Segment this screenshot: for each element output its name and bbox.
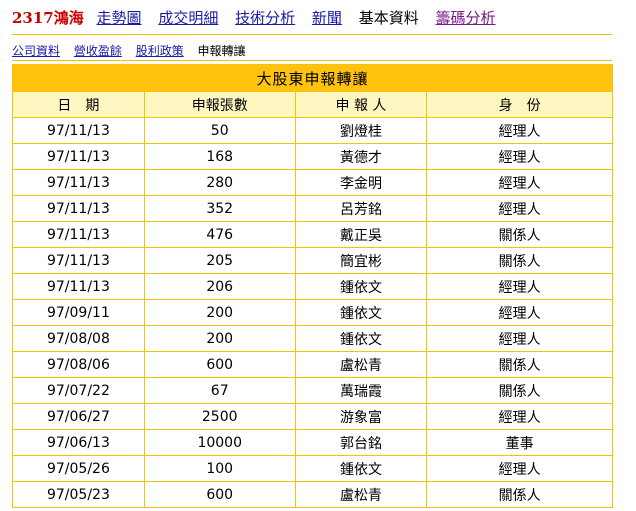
cell-declarant: 鍾依文 (294, 455, 428, 482)
subnav-link-revenue-earnings[interactable]: 營收盈餘 (74, 44, 122, 58)
cell-declarant: 鍾依文 (294, 325, 428, 352)
cell-declarant: 呂芳銘 (294, 195, 428, 222)
subnav-link-dividend-policy[interactable]: 股利政策 (136, 44, 184, 58)
cell-date: 97/11/13 (12, 143, 145, 170)
cell-role: 關係人 (426, 221, 613, 248)
cell-shares: 352 (143, 195, 296, 222)
subnav-link-company-info[interactable]: 公司資料 (12, 44, 60, 58)
cell-date: 97/09/11 (12, 299, 145, 326)
table-row: 97/11/13 476 戴正吳 關係人 (12, 221, 613, 248)
cell-shares: 205 (143, 247, 296, 274)
cell-shares: 2500 (143, 403, 296, 430)
cell-shares: 168 (143, 143, 296, 170)
cell-shares: 10000 (143, 429, 296, 456)
cell-shares: 100 (143, 455, 296, 482)
table-row: 97/08/08 200 鍾依文 經理人 (12, 325, 613, 352)
column-header-declarant: 申 報 人 (294, 91, 428, 118)
nav-link-chip-analysis[interactable]: 籌碼分析 (436, 9, 496, 27)
cell-declarant: 郭台銘 (294, 429, 428, 456)
table-row: 97/11/13 206 鍾依文 經理人 (12, 273, 613, 300)
table-row: 97/05/23 600 盧松青 關係人 (12, 481, 613, 508)
sub-divider (12, 60, 612, 61)
table-row: 97/05/26 100 鍾依文 經理人 (12, 455, 613, 482)
table-row: 97/06/27 2500 游象富 經理人 (12, 403, 613, 430)
cell-role: 經理人 (426, 455, 613, 482)
column-header-shares: 申報張數 (143, 91, 296, 118)
cell-role: 關係人 (426, 377, 613, 404)
cell-date: 97/11/13 (12, 169, 145, 196)
cell-declarant: 鍾依文 (294, 273, 428, 300)
shareholder-transfer-table: 大股東申報轉讓 日 期 申報張數 申 報 人 身 份 97/11/13 50 劉燈桂… (12, 64, 613, 508)
top-divider (12, 34, 612, 35)
table-row: 97/11/13 50 劉燈桂 經理人 (12, 117, 613, 144)
table-row: 97/11/13 352 呂芳銘 經理人 (12, 195, 613, 222)
cell-declarant: 劉燈桂 (294, 117, 428, 144)
cell-declarant: 盧松青 (294, 481, 428, 508)
cell-role: 經理人 (426, 117, 613, 144)
cell-role: 關係人 (426, 351, 613, 378)
cell-role: 經理人 (426, 169, 613, 196)
cell-declarant: 戴正吳 (294, 221, 428, 248)
cell-shares: 200 (143, 325, 296, 352)
cell-date: 97/11/13 (12, 117, 145, 144)
table-row: 97/11/13 205 簡宜彬 關係人 (12, 247, 613, 274)
cell-role: 經理人 (426, 273, 613, 300)
cell-role: 經理人 (426, 299, 613, 326)
table-row: 97/11/13 168 黃德才 經理人 (12, 143, 613, 170)
cell-shares: 476 (143, 221, 296, 248)
cell-date: 97/11/13 (12, 273, 145, 300)
cell-shares: 67 (143, 377, 296, 404)
table-row: 97/08/06 600 盧松青 關係人 (12, 351, 613, 378)
table-row: 97/09/11 200 鍾依文 經理人 (12, 299, 613, 326)
cell-role: 經理人 (426, 325, 613, 352)
table-row: 97/06/13 10000 郭台銘 董事 (12, 429, 613, 456)
cell-declarant: 盧松青 (294, 351, 428, 378)
cell-role: 經理人 (426, 143, 613, 170)
table-title: 大股東申報轉讓 (12, 64, 613, 92)
column-header-role: 身 份 (426, 91, 613, 118)
cell-date: 97/08/06 (12, 351, 145, 378)
cell-declarant: 萬瑞霞 (294, 377, 428, 404)
cell-date: 97/08/08 (12, 325, 145, 352)
cell-date: 97/11/13 (12, 221, 145, 248)
cell-date: 97/11/13 (12, 247, 145, 274)
cell-declarant: 簡宜彬 (294, 247, 428, 274)
cell-date: 97/07/22 (12, 377, 145, 404)
cell-role: 經理人 (426, 403, 613, 430)
cell-role: 經理人 (426, 195, 613, 222)
cell-date: 97/05/23 (12, 481, 145, 508)
cell-date: 97/05/26 (12, 455, 145, 482)
cell-shares: 206 (143, 273, 296, 300)
nav-link-trend-chart[interactable]: 走勢圖 (97, 9, 142, 27)
cell-date: 97/06/13 (12, 429, 145, 456)
cell-declarant: 黃德才 (294, 143, 428, 170)
table-row: 97/11/13 280 李金明 經理人 (12, 169, 613, 196)
cell-shares: 200 (143, 299, 296, 326)
cell-declarant: 游象富 (294, 403, 428, 430)
cell-date: 97/11/13 (12, 195, 145, 222)
cell-declarant: 李金明 (294, 169, 428, 196)
table-row: 97/07/22 67 萬瑞霞 關係人 (12, 377, 613, 404)
nav-link-news[interactable]: 新聞 (312, 9, 342, 27)
nav-link-trade-details[interactable]: 成交明細 (158, 9, 218, 27)
cell-role: 關係人 (426, 481, 613, 508)
nav-link-technical-analysis[interactable]: 技術分析 (235, 9, 295, 27)
stock-title: 2317鴻海 (12, 9, 84, 27)
cell-shares: 600 (143, 481, 296, 508)
cell-shares: 280 (143, 169, 296, 196)
column-header-date: 日 期 (12, 91, 145, 118)
table-body: 97/11/13 50 劉燈桂 經理人 97/11/13 168 黃德才 經理人 97/11/1… (12, 117, 613, 508)
cell-shares: 600 (143, 351, 296, 378)
sub-navigation: 公司資料 營收盈餘 股利政策 申報轉讓 (12, 42, 256, 59)
top-navigation: 2317鴻海 走勢圖 成交明細 技術分析 新聞 基本資料 籌碼分析 (12, 7, 508, 31)
nav-link-basic-info: 基本資料 (358, 9, 419, 27)
subnav-current-transfer-declaration: 申報轉讓 (197, 44, 246, 58)
cell-role: 董事 (426, 429, 613, 456)
cell-declarant: 鍾依文 (294, 299, 428, 326)
cell-shares: 50 (143, 117, 296, 144)
cell-role: 關係人 (426, 247, 613, 274)
cell-date: 97/06/27 (12, 403, 145, 430)
